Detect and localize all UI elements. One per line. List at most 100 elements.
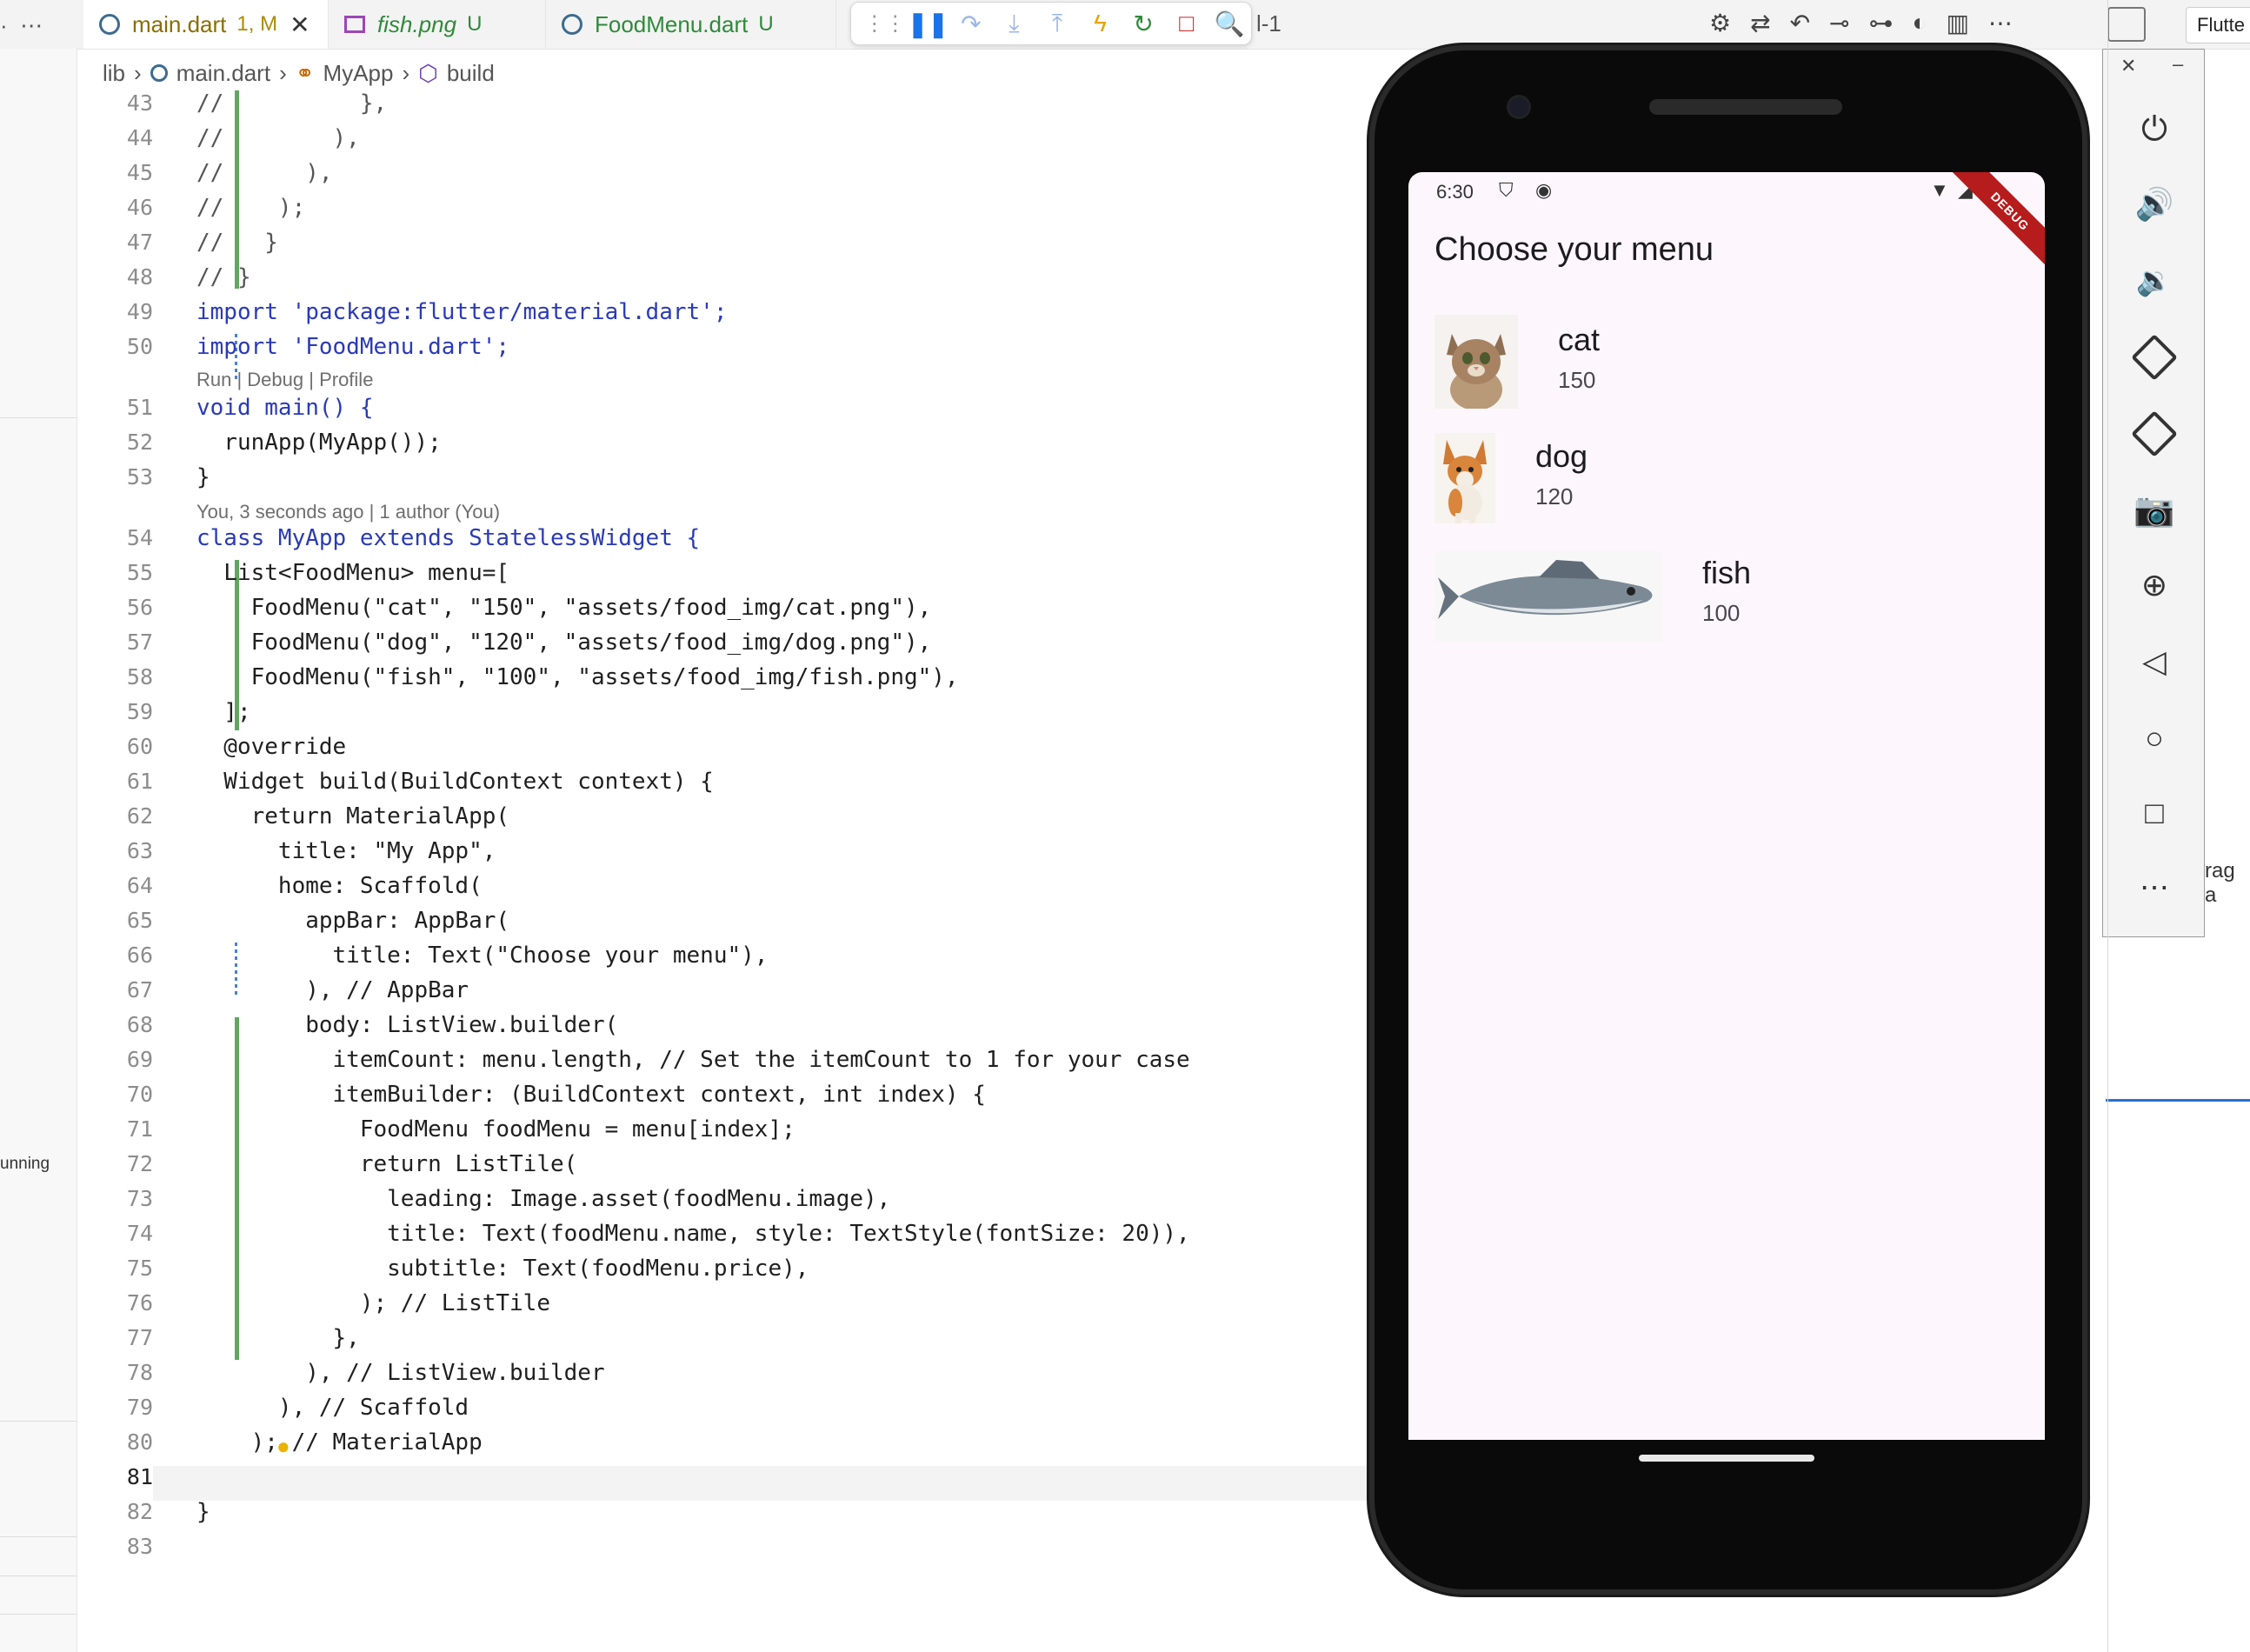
code-line[interactable]: return ListTile( [196, 1151, 577, 1177]
power-icon[interactable]: ⏻ [2103, 103, 2206, 156]
code-line[interactable]: subtitle: Text(foodMenu.price), [196, 1256, 809, 1282]
lightbulb-icon[interactable]: ● [276, 1433, 290, 1460]
code-line[interactable]: @override [196, 734, 346, 760]
code-line[interactable]: Widget build(BuildContext context) { [196, 769, 714, 795]
code-line[interactable]: ), // Scaffold [196, 1395, 469, 1421]
home-indicator[interactable] [1639, 1455, 1814, 1462]
git-added-bar [235, 90, 239, 289]
tab-status: U [467, 12, 483, 36]
code-line[interactable]: return MaterialApp( [196, 803, 509, 829]
line-number: 50 [126, 334, 153, 359]
line-number: 45 [126, 160, 153, 185]
tab-foodmenu-dart[interactable]: FoodMenu.dart U [546, 0, 836, 49]
code-line[interactable]: // ), [196, 160, 333, 186]
list-item[interactable]: dog 120 [1408, 428, 2045, 543]
more-actions-icon[interactable]: · ⋯ [0, 12, 43, 39]
code-line[interactable]: void main() { [196, 395, 374, 421]
git-commit-icon[interactable]: ⊸ [1829, 9, 1849, 37]
codelens-run-debug[interactable]: Run | Debug | Profile [196, 369, 373, 391]
dart-file-icon [99, 14, 120, 35]
code-line[interactable]: FoodMenu("dog", "120", "assets/food_img/… [196, 629, 932, 656]
code-line[interactable]: }, [196, 1325, 360, 1351]
back-icon[interactable]: ◁ [2103, 636, 2206, 688]
pause-icon[interactable]: ❚❚ [907, 4, 950, 43]
drag-handle-icon[interactable]: ⋮⋮ [863, 4, 907, 43]
screenshot-icon[interactable]: 📷 [2103, 484, 2206, 536]
breadcrumb-item[interactable]: main.dart [176, 60, 270, 87]
code-line[interactable]: // } [196, 230, 278, 256]
code-line[interactable]: ); // MaterialApp [196, 1429, 483, 1455]
code-line[interactable]: } [196, 464, 210, 490]
code-line[interactable]: // ), [196, 125, 360, 151]
code-line[interactable]: } [196, 1499, 210, 1525]
codelens-blame[interactable]: You, 3 seconds ago | 1 author (You) [196, 501, 500, 523]
rotate-left-icon[interactable] [2103, 331, 2206, 383]
volume-up-icon[interactable]: 🔊 [2103, 178, 2206, 230]
more-actions-icon[interactable]: ⋯ [1988, 9, 2013, 37]
step-into-icon[interactable]: ⤓ [993, 4, 1036, 43]
code-line[interactable]: runApp(MyApp()); [196, 430, 441, 456]
shield-icon: ⛉ [1499, 179, 1514, 201]
zoom-icon[interactable]: ⊕ [2103, 559, 2206, 611]
flutter-panel-tab[interactable]: Flutte [2186, 7, 2250, 43]
breadcrumb-item[interactable]: build [447, 60, 495, 87]
git-next-icon[interactable]: ⊶ [1869, 9, 1894, 37]
breadcrumb-item[interactable]: MyApp [323, 60, 394, 87]
step-out-icon[interactable]: ⤒ [1035, 4, 1079, 43]
code-line[interactable]: title: Text(foodMenu.name, style: TextSt… [196, 1221, 1190, 1247]
close-icon[interactable]: ✕ [290, 10, 310, 39]
step-over-icon[interactable]: ↷ [949, 4, 993, 43]
code-line[interactable]: title: Text("Choose your menu"), [196, 943, 769, 969]
code-line[interactable]: FoodMenu("fish", "100", "assets/food_img… [196, 664, 959, 690]
home-icon[interactable]: ○ [2103, 712, 2206, 764]
flutter-inspector-icon[interactable]: ◐ [1913, 9, 1927, 37]
go-back-icon[interactable]: ↶ [1790, 9, 1810, 37]
code-line[interactable]: FoodMenu("cat", "150", "assets/food_img/… [196, 595, 932, 621]
compare-changes-icon[interactable]: ⇄ [1750, 9, 1770, 37]
list-item[interactable]: cat 150 [1408, 311, 2045, 426]
list-item-title: fish [1702, 555, 1752, 590]
breadcrumb-item[interactable]: lib [103, 60, 125, 87]
code-line[interactable]: ); // ListTile [196, 1290, 550, 1316]
overview-icon[interactable]: □ [2103, 787, 2206, 839]
line-number: 46 [126, 195, 153, 220]
stop-icon[interactable]: □ [1165, 4, 1208, 43]
code-line[interactable]: leading: Image.asset(foodMenu.image), [196, 1186, 890, 1212]
code-line[interactable]: itemCount: menu.length, // Set the itemC… [196, 1047, 1190, 1073]
earpiece-speaker [1649, 99, 1842, 115]
status-time: 6:30 [1436, 181, 1474, 203]
volume-down-icon[interactable]: 🔉 [2103, 255, 2206, 307]
code-line[interactable]: appBar: AppBar( [196, 908, 509, 934]
code-line[interactable]: ), // AppBar [196, 977, 469, 1003]
code-line[interactable]: // }, [196, 90, 387, 117]
split-editor-icon[interactable]: ▥ [1946, 9, 1968, 37]
code-line[interactable]: // } [196, 264, 251, 290]
list-item-subtitle: 100 [1702, 600, 1741, 626]
more-icon[interactable]: ⋯ [2103, 862, 2206, 914]
hot-restart-icon[interactable]: ↻ [1122, 4, 1165, 43]
code-line[interactable]: body: ListView.builder( [196, 1012, 618, 1038]
hot-reload-icon[interactable]: ϟ [1079, 4, 1122, 43]
code-line[interactable]: title: "My App", [196, 838, 496, 864]
emulator-screen[interactable]: 6:30 ⛉ ◉ ▼ ◢ DEBUG Choose your menu cat … [1408, 172, 2045, 1440]
rotate-right-icon[interactable] [2103, 408, 2206, 460]
tab-fish-png[interactable]: fish.png U [329, 0, 546, 49]
code-line[interactable]: itemBuilder: (BuildContext context, int … [196, 1082, 986, 1108]
code-line[interactable]: import 'package:flutter/material.dart'; [196, 299, 727, 325]
code-line[interactable]: // ); [196, 195, 305, 221]
code-line[interactable]: FoodMenu foodMenu = menu[index]; [196, 1116, 795, 1142]
toggle-panel-icon[interactable] [2107, 7, 2146, 42]
devtools-icon[interactable]: 🔍 [1208, 4, 1252, 43]
code-line[interactable]: List<FoodMenu> menu=[ [196, 560, 509, 586]
code-line[interactable]: class MyApp extends StatelessWidget { [196, 525, 700, 551]
code-line[interactable]: import 'FoodMenu.dart'; [196, 334, 509, 360]
run-debug-icon[interactable]: ⚙ [1709, 9, 1731, 37]
list-item[interactable]: fish 100 [1408, 544, 2045, 659]
cat-image [1435, 315, 1518, 410]
tab-main-dart[interactable]: main.dart 1, M ✕ [83, 0, 329, 49]
method-icon: ⬡ [418, 59, 438, 86]
code-line[interactable]: home: Scaffold( [196, 873, 483, 899]
code-line[interactable]: ]; [196, 699, 250, 725]
code-line[interactable]: ), // ListView.builder [196, 1360, 604, 1386]
chevron-right-icon: › [402, 59, 410, 86]
